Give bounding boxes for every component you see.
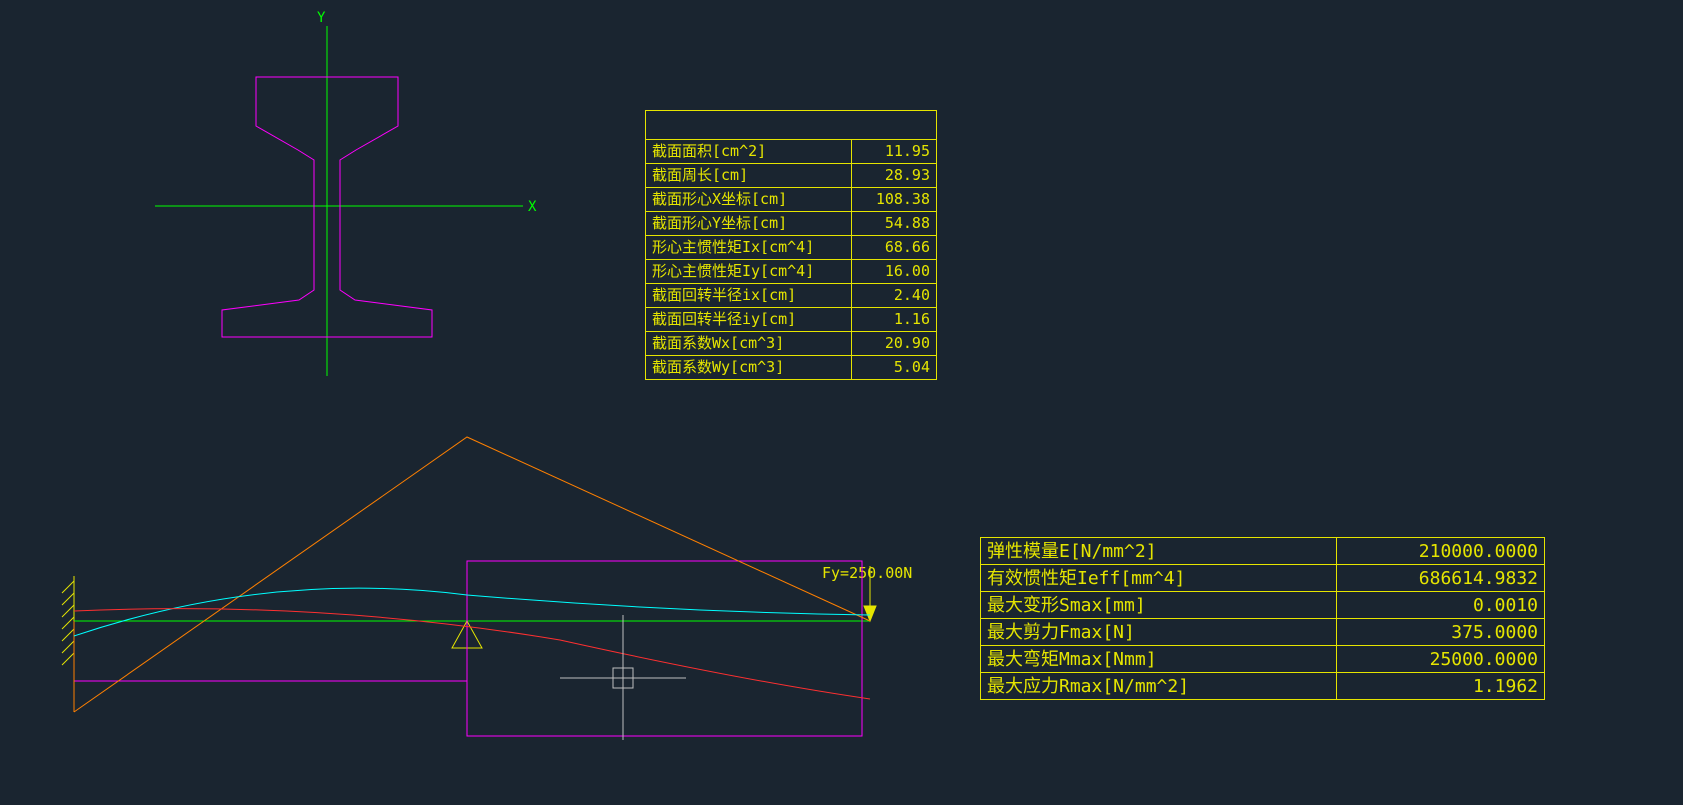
table-row: 截面系数Wy[cm^3]5.04 xyxy=(646,356,937,380)
result-value: 0.0010 xyxy=(1336,592,1545,619)
table-row: 形心主惯性矩Iy[cm^4]16.00 xyxy=(646,260,937,284)
prop-label: 截面形心Y坐标[cm] xyxy=(646,212,852,236)
table-row: 截面回转半径ix[cm]2.40 xyxy=(646,284,937,308)
prop-label: 截面周长[cm] xyxy=(646,164,852,188)
table-row: 截面面积[cm^2]11.95 xyxy=(646,140,937,164)
table-row: 弹性模量E[N/mm^2]210000.0000 xyxy=(981,538,1545,565)
result-value: 686614.9832 xyxy=(1336,565,1545,592)
results-table: 弹性模量E[N/mm^2]210000.0000 有效惯性矩Ieff[mm^4]… xyxy=(980,537,1545,700)
table-row: 有效惯性矩Ieff[mm^4]686614.9832 xyxy=(981,565,1545,592)
prop-label: 截面面积[cm^2] xyxy=(646,140,852,164)
prop-label: 形心主惯性矩Ix[cm^4] xyxy=(646,236,852,260)
prop-label: 截面形心X坐标[cm] xyxy=(646,188,852,212)
beam-diagram: Fy=250.00N xyxy=(62,437,912,736)
moment-diagram xyxy=(74,437,870,712)
prop-value: 28.93 xyxy=(851,164,936,188)
table-row: 截面系数Wx[cm^3]20.90 xyxy=(646,332,937,356)
result-label: 弹性模量E[N/mm^2] xyxy=(981,538,1337,565)
table-header-row xyxy=(646,111,937,140)
prop-value: 54.88 xyxy=(851,212,936,236)
result-label: 最大剪力Fmax[N] xyxy=(981,619,1337,646)
table-row: 最大变形Smax[mm]0.0010 xyxy=(981,592,1545,619)
axis-y-label: Y xyxy=(317,10,326,26)
table-row: 截面周长[cm]28.93 xyxy=(646,164,937,188)
prop-value: 16.00 xyxy=(851,260,936,284)
prop-value: 11.95 xyxy=(851,140,936,164)
table-row: 最大弯矩Mmax[Nmm]25000.0000 xyxy=(981,646,1545,673)
axis-x-label: X xyxy=(528,199,537,215)
crosshair-cursor xyxy=(560,615,686,740)
prop-value: 2.40 xyxy=(851,284,936,308)
table-row: 形心主惯性矩Ix[cm^4]68.66 xyxy=(646,236,937,260)
prop-value: 108.38 xyxy=(851,188,936,212)
prop-label: 截面系数Wx[cm^3] xyxy=(646,332,852,356)
table-row: 截面形心Y坐标[cm]54.88 xyxy=(646,212,937,236)
result-label: 有效惯性矩Ieff[mm^4] xyxy=(981,565,1337,592)
result-value: 25000.0000 xyxy=(1336,646,1545,673)
result-label: 最大应力Rmax[N/mm^2] xyxy=(981,673,1337,700)
prop-label: 截面回转半径ix[cm] xyxy=(646,284,852,308)
prop-label: 形心主惯性矩Iy[cm^4] xyxy=(646,260,852,284)
table-row: 最大应力Rmax[N/mm^2]1.1962 xyxy=(981,673,1545,700)
prop-value: 20.90 xyxy=(851,332,936,356)
table-row: 最大剪力Fmax[N]375.0000 xyxy=(981,619,1545,646)
result-value: 375.0000 xyxy=(1336,619,1545,646)
prop-label: 截面系数Wy[cm^3] xyxy=(646,356,852,380)
result-label: 最大弯矩Mmax[Nmm] xyxy=(981,646,1337,673)
force-label: Fy=250.00N xyxy=(822,564,912,582)
prop-value: 1.16 xyxy=(851,308,936,332)
red-curve xyxy=(74,609,870,699)
fixed-support xyxy=(62,576,74,666)
section-axes xyxy=(155,26,523,376)
table-row: 截面形心X坐标[cm]108.38 xyxy=(646,188,937,212)
table-row: 截面回转半径iy[cm]1.16 xyxy=(646,308,937,332)
result-value: 1.1962 xyxy=(1336,673,1545,700)
prop-value: 5.04 xyxy=(851,356,936,380)
prop-label: 截面回转半径iy[cm] xyxy=(646,308,852,332)
result-value: 210000.0000 xyxy=(1336,538,1545,565)
prop-value: 68.66 xyxy=(851,236,936,260)
section-properties-table: 截面面积[cm^2]11.95 截面周长[cm]28.93 截面形心X坐标[cm… xyxy=(645,110,937,380)
result-label: 最大变形Smax[mm] xyxy=(981,592,1337,619)
